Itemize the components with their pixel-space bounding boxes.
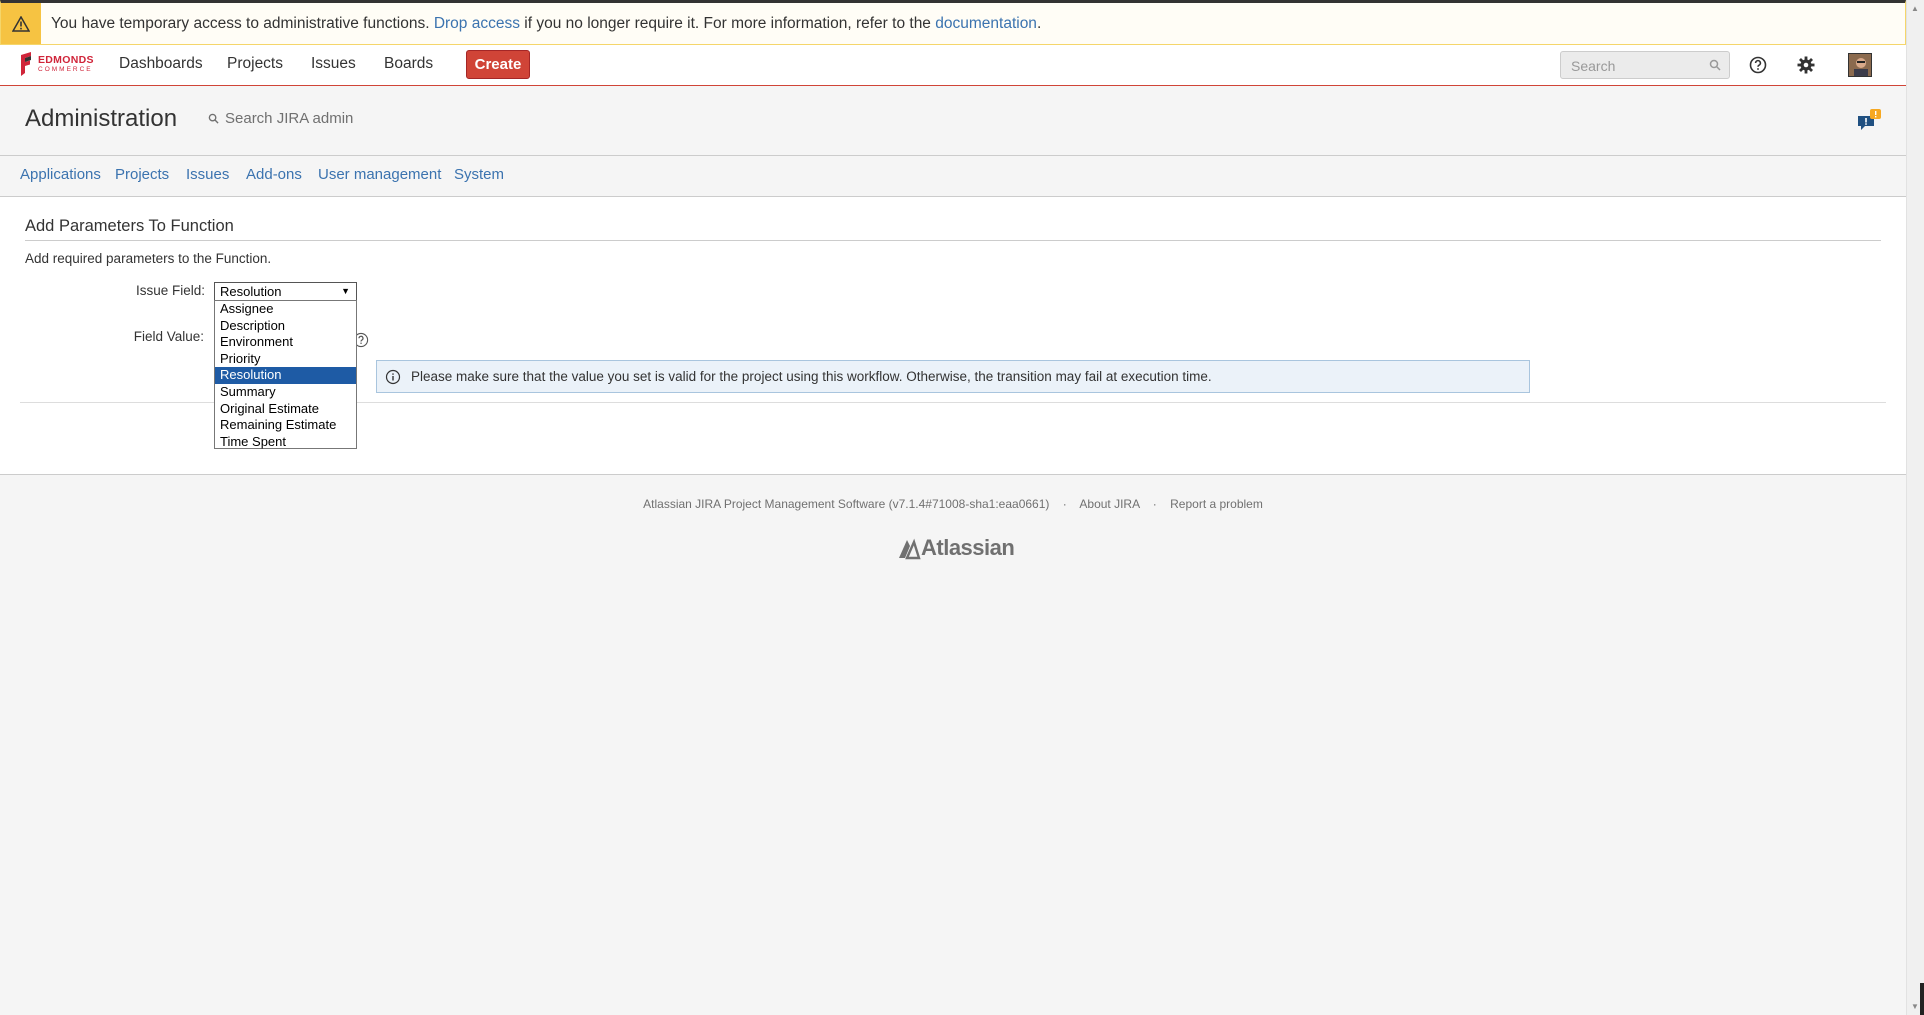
tab-add-ons[interactable]: Add-ons bbox=[246, 166, 302, 183]
admin-search-label: Search JIRA admin bbox=[225, 110, 354, 127]
logo-line1: EDMONDS bbox=[38, 54, 94, 66]
about-jira-link[interactable]: About JIRA bbox=[1079, 497, 1139, 511]
scroll-up-icon[interactable]: ▲ bbox=[1911, 4, 1919, 13]
footer-version: Atlassian JIRA Project Management Softwa… bbox=[643, 497, 1050, 511]
tab-system[interactable]: System bbox=[454, 166, 504, 183]
user-avatar[interactable] bbox=[1848, 53, 1872, 77]
field-value-label: Field Value: bbox=[133, 329, 204, 344]
atlassian-mark-icon bbox=[899, 538, 921, 560]
banner-text-after: . bbox=[1036, 14, 1042, 32]
main-panel: Add Parameters To Function Add required … bbox=[0, 197, 1906, 475]
option-assignee[interactable]: Assignee bbox=[215, 301, 356, 318]
admin-header: Administration Search JIRA admin bbox=[0, 86, 1906, 156]
section-heading: Add Parameters To Function bbox=[25, 217, 234, 235]
feedback-icon[interactable] bbox=[1856, 108, 1884, 134]
option-time-spent[interactable]: Time Spent bbox=[215, 434, 356, 451]
info-message-text: Please make sure that the value you set … bbox=[411, 369, 1212, 384]
admin-access-banner: You have temporary access to administrat… bbox=[0, 0, 1906, 45]
issue-field-options[interactable]: Assignee Description Environment Priorit… bbox=[214, 300, 357, 449]
option-environment[interactable]: Environment bbox=[215, 334, 356, 351]
info-message: Please make sure that the value you set … bbox=[376, 360, 1530, 393]
edmonds-logo[interactable]: EDMONDS COMMERCE bbox=[20, 51, 94, 77]
documentation-link[interactable]: documentation bbox=[935, 15, 1037, 32]
footer: Atlassian JIRA Project Management Softwa… bbox=[0, 497, 1906, 511]
drop-access-link[interactable]: Drop access bbox=[434, 15, 520, 32]
dropdown-arrow-icon: ▼ bbox=[341, 286, 350, 296]
edmonds-logo-mark-icon bbox=[21, 52, 31, 76]
window-corner bbox=[1920, 983, 1924, 1015]
divider bbox=[25, 240, 1881, 241]
banner-text-middle: if you no longer require it. For more in… bbox=[524, 14, 931, 32]
info-icon bbox=[385, 369, 401, 385]
create-button[interactable]: Create bbox=[466, 50, 530, 79]
tab-projects[interactable]: Projects bbox=[115, 166, 169, 183]
page-title: Administration bbox=[25, 105, 178, 132]
nav-issues[interactable]: Issues bbox=[311, 55, 356, 73]
issue-field-label: Issue Field: bbox=[135, 283, 205, 298]
search-input[interactable]: Search bbox=[1560, 51, 1730, 79]
tab-applications[interactable]: Applications bbox=[20, 166, 101, 183]
warning-icon bbox=[1, 3, 41, 44]
option-summary[interactable]: Summary bbox=[215, 384, 356, 401]
atlassian-wordmark: Atlassian bbox=[921, 535, 1015, 560]
search-icon bbox=[1709, 59, 1721, 71]
search-placeholder: Search bbox=[1571, 58, 1616, 74]
nav-dashboards[interactable]: Dashboards bbox=[119, 55, 203, 73]
issue-field-select[interactable]: Resolution ▼ bbox=[214, 282, 357, 300]
page-scrollbar[interactable]: ▲ ▼ bbox=[1906, 0, 1924, 1015]
report-problem-link[interactable]: Report a problem bbox=[1170, 497, 1263, 511]
logo-line2: COMMERCE bbox=[38, 65, 93, 73]
option-description[interactable]: Description bbox=[215, 318, 356, 335]
option-resolution[interactable]: Resolution bbox=[215, 367, 356, 384]
banner-text: You have temporary access to administrat… bbox=[51, 15, 1041, 33]
nav-projects[interactable]: Projects bbox=[227, 55, 283, 73]
top-navigation: EDMONDS COMMERCE Dashboards Projects Iss… bbox=[0, 45, 1906, 86]
admin-search-trigger[interactable]: Search JIRA admin bbox=[208, 110, 353, 127]
form-description: Add required parameters to the Function. bbox=[25, 251, 272, 266]
option-remaining-estimate[interactable]: Remaining Estimate bbox=[215, 417, 356, 434]
banner-text-before: You have temporary access to administrat… bbox=[51, 14, 430, 32]
nav-boards[interactable]: Boards bbox=[384, 55, 433, 73]
scroll-down-icon[interactable]: ▼ bbox=[1911, 1002, 1919, 1011]
issue-field-selected-value: Resolution bbox=[220, 284, 282, 299]
option-priority[interactable]: Priority bbox=[215, 351, 356, 368]
help-icon[interactable] bbox=[1746, 53, 1770, 77]
tab-issues[interactable]: Issues bbox=[186, 166, 229, 183]
footer-separator: · bbox=[1062, 497, 1067, 511]
atlassian-logo[interactable]: Atlassian bbox=[897, 535, 1015, 561]
option-original-estimate[interactable]: Original Estimate bbox=[215, 401, 356, 418]
search-icon bbox=[208, 113, 219, 124]
tab-user-management[interactable]: User management bbox=[318, 166, 441, 183]
settings-gear-icon[interactable] bbox=[1794, 53, 1818, 77]
admin-tabs: Applications Projects Issues Add-ons Use… bbox=[0, 157, 1906, 197]
footer-separator: · bbox=[1152, 497, 1157, 511]
